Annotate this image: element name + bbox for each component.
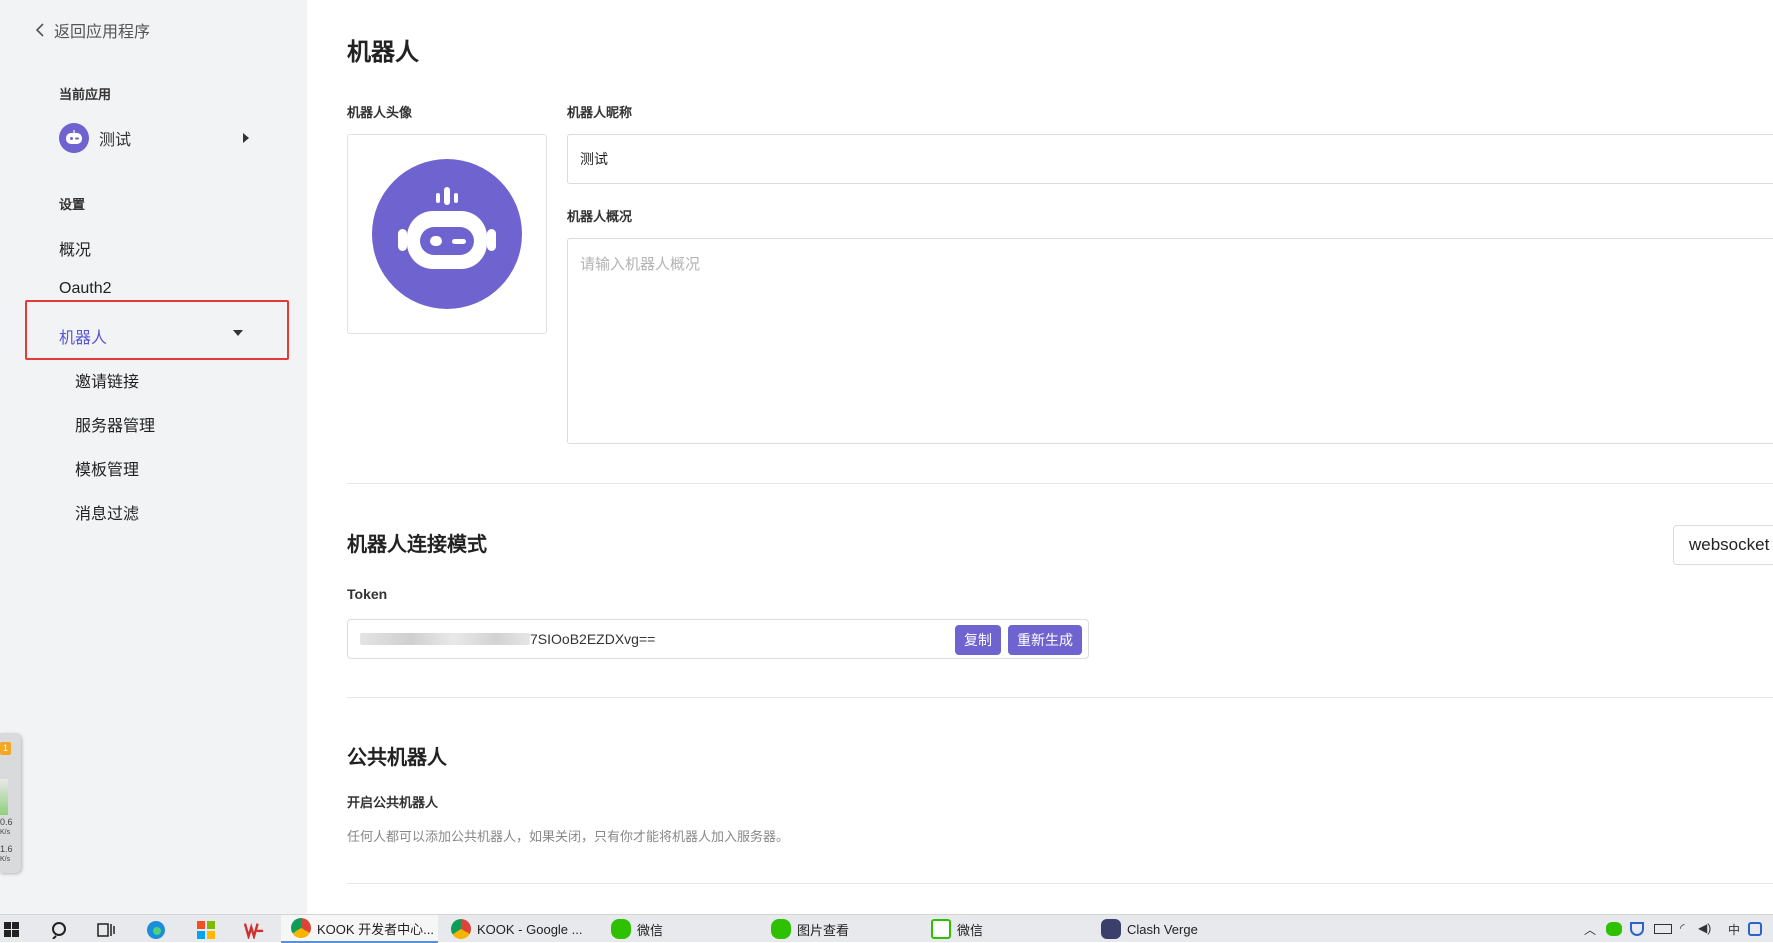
tray-wifi-icon[interactable]: ◜	[1680, 921, 1685, 935]
taskbar-app-image-viewer[interactable]: 图片查看	[761, 915, 918, 943]
tray-battery-icon[interactable]	[1654, 924, 1672, 934]
public-bot-toggle-label: 开启公共机器人	[347, 795, 439, 810]
taskbar-app-label: Clash Verge	[1127, 921, 1198, 937]
taskbar-app-wechat[interactable]: 微信	[601, 915, 758, 943]
search-icon[interactable]	[50, 920, 70, 940]
sidebar: 返回应用程序 当前应用 测试 设置 概况 Oauth2 机器人 邀请链接 服务器…	[0, 0, 307, 914]
edge-browser-icon[interactable]	[146, 920, 166, 940]
clash-cat-icon	[1101, 919, 1121, 939]
tray-chevron-up-icon[interactable]: ︿	[1584, 921, 1596, 938]
bot-avatar-icon	[59, 123, 89, 153]
sub-nav-server-management[interactable]: 服务器管理	[75, 412, 155, 436]
token-field[interactable]: 7SIOoB2EZDXvg== 复制 重新生成	[347, 619, 1089, 659]
chevron-left-icon	[35, 23, 44, 37]
taskbar-app-label: 图片查看	[797, 922, 850, 938]
wps-icon[interactable]	[244, 920, 264, 940]
chrome-icon	[451, 919, 471, 939]
current-app-selector[interactable]: 测试	[59, 121, 249, 155]
tray-ime-indicator[interactable]: 中	[1728, 921, 1740, 938]
tray-wechat-icon[interactable]	[1606, 922, 1622, 936]
current-app-label: 当前应用	[59, 87, 112, 102]
tray-volume-icon[interactable]: ◀)	[1698, 921, 1711, 935]
bot-avatar-upload[interactable]	[347, 134, 547, 334]
sub-nav-message-filter[interactable]: 消息过滤	[75, 500, 139, 524]
overview-textarea[interactable]	[567, 238, 1773, 444]
overview-label: 机器人概况	[567, 209, 633, 224]
wechat-window-icon	[931, 919, 951, 939]
sub-nav-invite-link[interactable]: 邀请链接	[75, 368, 139, 392]
taskbar-app-wechat-2[interactable]: 微信	[921, 915, 1078, 943]
page-title: 机器人	[347, 39, 419, 66]
network-speed-widget[interactable]: 1 0.6 K/s 1.6 K/s	[0, 733, 21, 873]
nickname-label: 机器人昵称	[567, 105, 633, 120]
public-bot-help: 任何人都可以添加公共机器人，如果关闭，只有你才能将机器人加入服务器。	[347, 829, 790, 844]
connection-mode-select[interactable]: websocket	[1673, 525, 1773, 565]
tray-notification-icon[interactable]	[1748, 922, 1762, 936]
bot-avatar-image	[372, 159, 522, 309]
section-divider	[347, 883, 1773, 884]
net-down-value: 0.6	[0, 817, 13, 827]
nav-item-overview[interactable]: 概况	[59, 236, 91, 260]
taskbar-app-kook-google[interactable]: KOOK - Google ...	[441, 915, 598, 943]
sub-nav-template-management[interactable]: 模板管理	[75, 456, 139, 480]
windows-start-icon[interactable]	[2, 920, 22, 940]
taskbar-app-label: KOOK - Google ...	[477, 921, 583, 937]
taskbar-app-kook-dev[interactable]: KOOK 开发者中心...	[281, 915, 438, 943]
tray-shield-icon[interactable]	[1630, 922, 1644, 936]
robot-icon	[398, 187, 496, 269]
net-activity-bar	[0, 779, 8, 815]
section-divider	[347, 483, 1773, 484]
token-label: Token	[347, 586, 388, 602]
settings-label: 设置	[59, 197, 86, 212]
nav-item-oauth2[interactable]: Oauth2	[59, 280, 111, 298]
store-icon[interactable]	[196, 920, 216, 940]
net-up-value: 1.6	[0, 844, 13, 854]
nav-item-bot[interactable]: 机器人	[59, 324, 107, 348]
token-visible-part: 7SIOoB2EZDXvg==	[530, 631, 656, 647]
token-redacted-part	[360, 633, 530, 645]
net-badge: 1	[0, 742, 11, 755]
connection-mode-title: 机器人连接模式	[347, 534, 487, 556]
caret-right-icon	[243, 133, 249, 143]
caret-down-icon[interactable]	[233, 330, 243, 336]
nickname-input[interactable]	[567, 134, 1773, 184]
back-label: 返回应用程序	[54, 24, 151, 41]
section-divider	[347, 697, 1773, 698]
avatar-label: 机器人头像	[347, 105, 413, 120]
back-to-applications-link[interactable]: 返回应用程序	[34, 18, 150, 42]
taskbar-app-label: 微信	[637, 922, 664, 938]
taskbar-app-label: KOOK 开发者中心...	[317, 921, 435, 937]
public-bot-title: 公共机器人	[347, 747, 447, 769]
main-content: 机器人 机器人头像 机器人昵称 机器人概况 机器人连接模式 websocket …	[307, 0, 1773, 914]
current-app-name: 测试	[99, 132, 132, 149]
wechat-icon	[611, 919, 631, 939]
taskbar-app-label: 微信	[957, 922, 984, 938]
wechat-icon	[771, 919, 791, 939]
net-down-unit: K/s	[0, 829, 11, 836]
windows-taskbar: KOOK 开发者中心... KOOK - Google ... 微信 图片查看 …	[0, 914, 1773, 943]
task-view-icon[interactable]	[96, 920, 116, 940]
copy-token-button[interactable]: 复制	[955, 625, 1001, 655]
chrome-icon	[291, 918, 311, 938]
taskbar-app-clash-verge[interactable]: Clash Verge	[1091, 915, 1248, 943]
regenerate-token-button[interactable]: 重新生成	[1008, 625, 1082, 655]
net-up-unit: K/s	[0, 856, 11, 863]
